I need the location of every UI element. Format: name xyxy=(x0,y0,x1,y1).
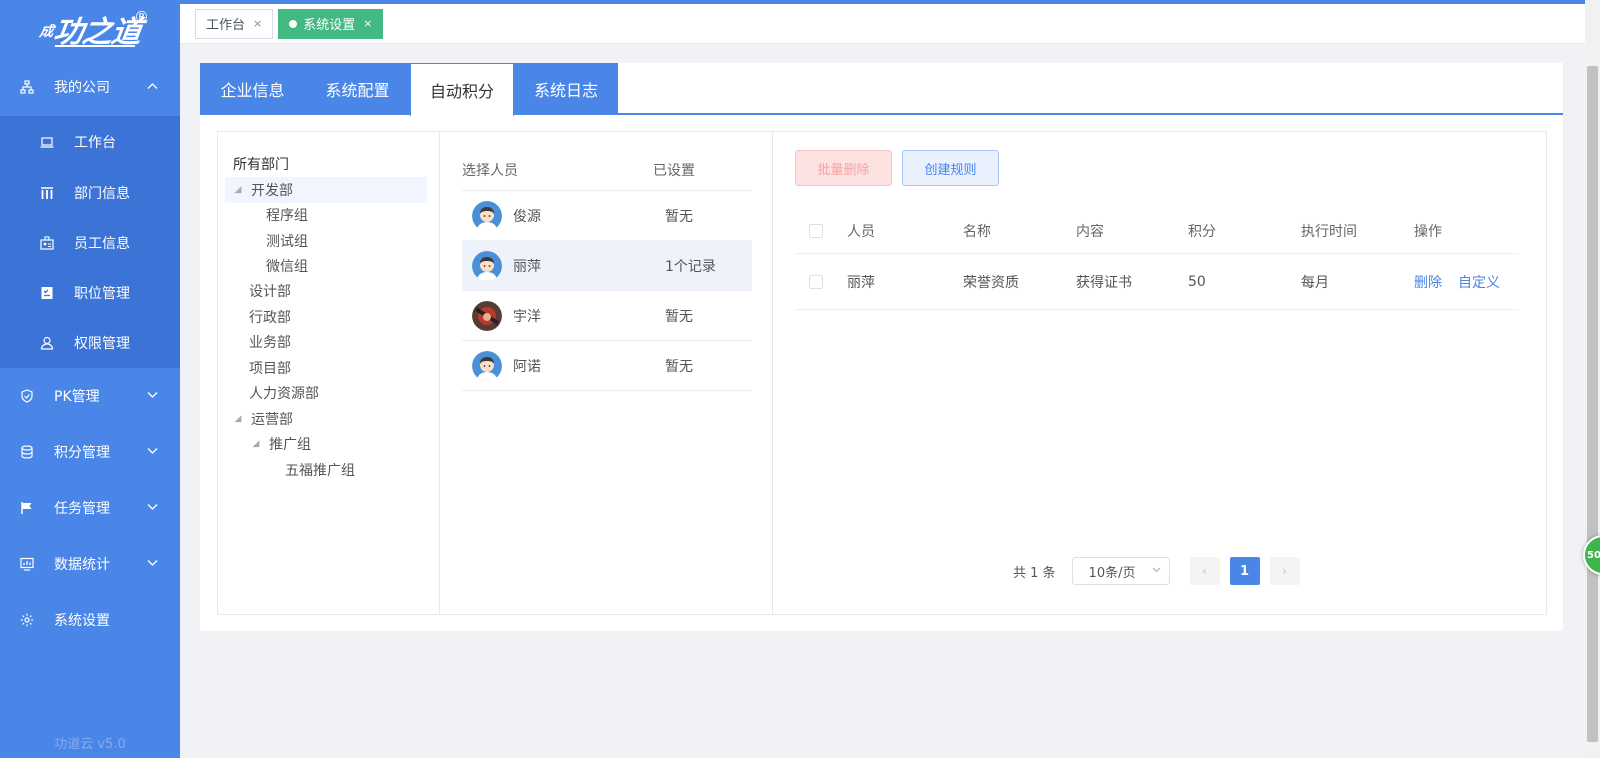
laptop-icon xyxy=(40,135,54,149)
tree-root[interactable]: 所有部门 xyxy=(233,154,289,174)
tree-node-wechat[interactable]: 微信组 xyxy=(266,253,308,279)
submenu-my-company: 工作台 部门信息 员工信息 职位管理 权限管理 xyxy=(0,116,180,368)
select-all-checkbox[interactable] xyxy=(809,223,823,238)
gear-icon xyxy=(20,613,34,627)
submenu-item-department[interactable]: 部门信息 xyxy=(0,168,180,218)
chevron-down-icon xyxy=(1152,566,1161,576)
tree-node-admin[interactable]: 行政部 xyxy=(249,304,291,330)
tab-auto-points[interactable]: 自动积分 xyxy=(410,63,514,117)
sidebar: 成功之道 ® 我的公司 工作台 部门信息 员工信息 职位管理 权限管理 PK管理… xyxy=(0,0,180,758)
delete-link[interactable]: 删除 xyxy=(1414,272,1442,292)
settings-tabs: 企业信息 系统配置 自动积分 系统日志 xyxy=(200,63,1563,117)
tree-node-operations[interactable]: ◢ 运营部 xyxy=(233,406,293,432)
tree-node-wufu[interactable]: 五福推广组 xyxy=(285,457,355,483)
create-rule-button[interactable]: 创建规则 xyxy=(902,150,999,186)
tree-node-dev[interactable]: ◢ 开发部 xyxy=(225,177,427,203)
customize-link[interactable]: 自定义 xyxy=(1458,272,1500,292)
menu-pk[interactable]: PK管理 xyxy=(0,368,180,424)
form-icon xyxy=(40,286,54,300)
auto-points-content: 所有部门 ◢ 开发部 程序组 测试组 微信组 设计部 行政部 业务部 项目部 人… xyxy=(217,131,1547,615)
submenu-item-workbench[interactable]: 工作台 xyxy=(0,116,180,168)
avatar xyxy=(472,300,502,331)
page-tab-bar: 工作台 × 系统设置 × xyxy=(180,4,1585,44)
submenu-item-position[interactable]: 职位管理 xyxy=(0,268,180,318)
caret-down-icon[interactable]: ◢ xyxy=(233,185,243,195)
avatar xyxy=(472,250,502,281)
submenu-item-employee[interactable]: 员工信息 xyxy=(0,218,180,268)
people-list: 选择人员 已设置 俊源 暂无 丽萍 1个记录 宇洋 暂无 阿诺 暂无 xyxy=(440,132,773,614)
avatar xyxy=(472,350,502,381)
tree-node-project[interactable]: 项目部 xyxy=(249,355,291,381)
batch-delete-button[interactable]: 批量删除 xyxy=(795,150,892,186)
chevron-down-icon xyxy=(147,559,158,570)
pagination-total: 共 1 条 xyxy=(1013,565,1056,581)
tab-system-log[interactable]: 系统日志 xyxy=(514,63,618,115)
tab-system-config[interactable]: 系统配置 xyxy=(305,63,410,115)
page-size-select[interactable]: 10条/页 xyxy=(1071,557,1170,585)
rules-table: 人员 名称 内容 积分 执行时间 操作 丽萍 荣誉资质 获得证书 50 每月 删… xyxy=(795,208,1518,310)
table-row: 丽萍 荣誉资质 获得证书 50 每月 删除 自定义 xyxy=(795,254,1518,310)
columns-icon xyxy=(40,186,54,200)
avatar xyxy=(472,200,502,231)
person-row[interactable]: 阿诺 暂无 xyxy=(462,341,752,391)
menu-my-company[interactable]: 我的公司 xyxy=(0,58,180,116)
submenu-item-permission[interactable]: 权限管理 xyxy=(0,318,180,368)
people-header-status: 已设置 xyxy=(653,163,695,179)
menu-tasks[interactable]: 任务管理 xyxy=(0,480,180,536)
row-checkbox[interactable] xyxy=(809,274,823,289)
chevron-down-icon xyxy=(147,391,158,402)
tree-node-hr[interactable]: 人力资源部 xyxy=(249,380,319,406)
chevron-down-icon xyxy=(147,503,158,514)
close-icon[interactable]: × xyxy=(363,17,372,30)
caret-down-icon[interactable]: ◢ xyxy=(233,414,243,424)
tab-company-info[interactable]: 企业信息 xyxy=(200,63,305,115)
caret-down-icon[interactable]: ◢ xyxy=(251,439,261,449)
version-label: 功道云 v5.0 xyxy=(54,737,126,752)
tree-node-promotion[interactable]: ◢ 推广组 xyxy=(251,431,311,457)
page-scrollbar[interactable] xyxy=(1585,0,1600,758)
active-dot-icon xyxy=(289,19,298,28)
user-icon xyxy=(40,336,54,350)
table-header: 人员 名称 内容 积分 执行时间 操作 xyxy=(795,208,1518,254)
org-icon xyxy=(20,80,34,94)
chart-icon xyxy=(20,557,34,571)
prev-page-button[interactable]: ‹ xyxy=(1189,557,1220,585)
tree-node-program[interactable]: 程序组 xyxy=(266,202,308,228)
menu-stats[interactable]: 数据统计 xyxy=(0,536,180,592)
menu-settings[interactable]: 系统设置 xyxy=(0,592,180,648)
shield-icon xyxy=(20,389,34,403)
tree-node-design[interactable]: 设计部 xyxy=(249,278,291,304)
scrollbar-thumb[interactable] xyxy=(1587,66,1598,742)
department-tree: 所有部门 ◢ 开发部 程序组 测试组 微信组 设计部 行政部 业务部 项目部 人… xyxy=(218,132,440,614)
people-header-person: 选择人员 xyxy=(462,163,518,179)
page-tab-settings[interactable]: 系统设置 × xyxy=(278,8,384,39)
id-card-icon xyxy=(40,236,54,250)
pagination: 共 1 条 10条/页 ‹ 1 › xyxy=(1013,557,1300,585)
person-row[interactable]: 丽萍 1个记录 xyxy=(462,241,752,291)
rules-panel: 批量删除 创建规则 人员 名称 内容 积分 执行时间 操作 丽萍 荣誉资质 获得… xyxy=(773,132,1546,614)
tree-node-business[interactable]: 业务部 xyxy=(249,329,291,355)
page-tab-workbench[interactable]: 工作台 × xyxy=(195,8,274,39)
logo[interactable]: 成功之道 ® xyxy=(0,0,180,58)
person-row[interactable]: 宇洋 暂无 xyxy=(462,291,752,341)
person-row[interactable]: 俊源 暂无 xyxy=(462,191,752,241)
database-icon xyxy=(20,445,34,459)
chevron-down-icon xyxy=(147,447,158,458)
close-icon[interactable]: × xyxy=(253,17,262,30)
next-page-button[interactable]: › xyxy=(1269,557,1300,585)
flag-icon xyxy=(20,501,34,515)
chevron-up-icon xyxy=(147,82,158,93)
menu-points[interactable]: 积分管理 xyxy=(0,424,180,480)
page-number-current[interactable]: 1 xyxy=(1229,557,1260,585)
settings-panel: 企业信息 系统配置 自动积分 系统日志 所有部门 ◢ 开发部 程序组 测试组 微… xyxy=(200,63,1563,631)
tree-node-test[interactable]: 测试组 xyxy=(266,228,308,254)
